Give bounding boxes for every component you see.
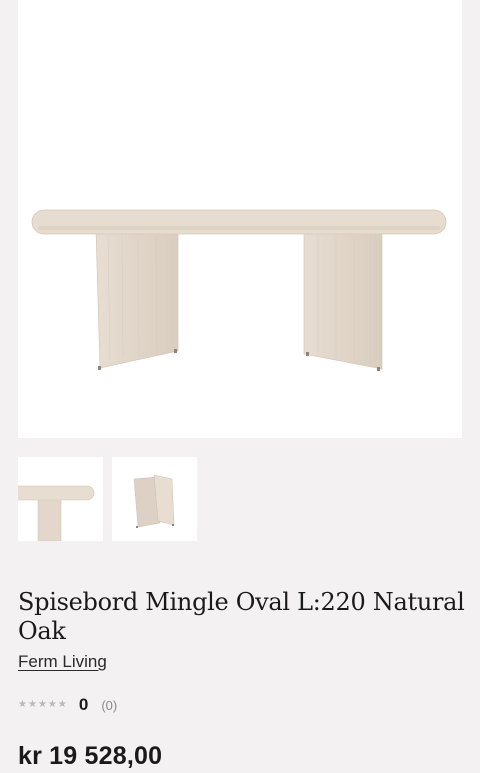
table-top-thumbnail: [18, 485, 95, 541]
product-main-image[interactable]: [18, 0, 462, 438]
star-icon: ★: [37, 699, 47, 710]
thumbnail-2[interactable]: [112, 457, 197, 541]
star-icon: ★: [18, 699, 27, 710]
rating-row[interactable]: ★ ★ ★ ★ ★ 0 (0): [18, 695, 117, 715]
rating-stars: ★ ★ ★ ★ ★: [18, 700, 67, 710]
brand-link[interactable]: Ferm Living: [18, 652, 107, 672]
star-icon: ★: [57, 699, 67, 710]
product-title: Spisebord Mingle Oval L:220 Natural Oak: [18, 588, 465, 645]
star-icon: ★: [27, 699, 37, 710]
oval-dining-table-image: [31, 209, 447, 371]
thumbnail-1[interactable]: [18, 457, 103, 541]
table-legs-thumbnail: [133, 474, 175, 528]
review-count[interactable]: (0): [101, 698, 117, 713]
star-icon: ★: [47, 699, 57, 710]
rating-value: 0: [78, 695, 89, 714]
product-price: kr 19 528,00: [18, 742, 163, 770]
